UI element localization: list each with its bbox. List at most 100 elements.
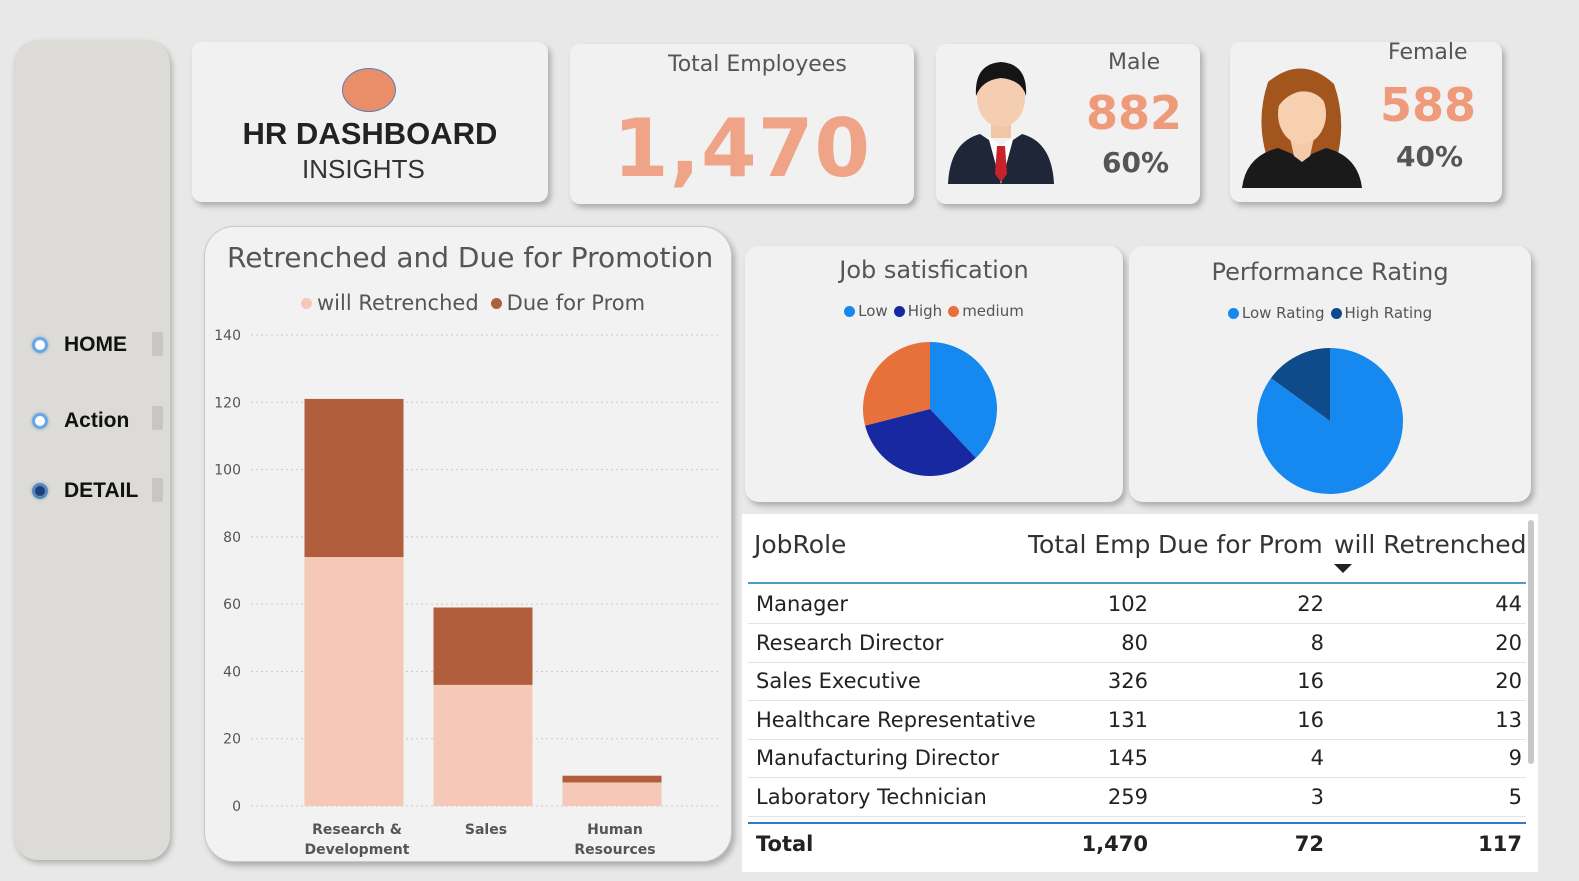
sidebar: HOME Action DETAIL (14, 40, 170, 860)
cell-will-retrenched: 5 (1508, 785, 1522, 809)
x-tick-label: Human (587, 822, 643, 838)
cell-total-emp: 145 (1107, 746, 1148, 771)
col-header-jobrole[interactable]: JobRole (754, 530, 846, 559)
table-row[interactable]: Healthcare Representative 131 16 13 (748, 702, 1526, 740)
performance-rating-title: Performance Rating (1211, 258, 1449, 286)
performance-rating-pie (1257, 348, 1403, 494)
x-tick-label: Resources (574, 842, 655, 858)
cell-jobrole: Manufacturing Director (756, 746, 1000, 771)
nav-action-label: Action (64, 409, 130, 432)
cell-jobrole: Sales Executive (756, 669, 921, 694)
job-satisfaction-legend: Low High medium (745, 302, 1123, 320)
nav-detail-label: DETAIL (64, 479, 139, 502)
table-row[interactable]: Manager 102 22 44 (748, 586, 1526, 624)
female-label: Female (1388, 40, 1468, 65)
y-tick-label: 80 (223, 530, 241, 546)
legend-item-low: Low (844, 302, 888, 320)
sort-descending-icon[interactable] (1334, 564, 1352, 573)
nav-action-marker (152, 406, 163, 430)
y-tick-label: 120 (214, 395, 241, 411)
performance-rating-legend: Low Rating High Rating (1129, 304, 1531, 322)
bar-segment (562, 782, 662, 806)
legend-low-rating: Low Rating (1241, 304, 1325, 322)
cell-due-for-prom: 4 (1310, 746, 1324, 771)
cell-will-retrenched: 13 (1495, 707, 1522, 732)
nav-detail[interactable]: DETAIL (32, 476, 138, 506)
total-retrenched-sum: 117 (1478, 832, 1522, 856)
table-row[interactable]: Sales Executive 326 16 20 (748, 663, 1526, 702)
cell-will-retrenched: 9 (1508, 746, 1522, 771)
cell-jobrole: Manager (756, 592, 849, 616)
legend-high-rating: High Rating (1344, 304, 1433, 322)
x-tick-label: Sales (465, 822, 507, 838)
nav-home[interactable]: HOME (32, 330, 127, 360)
job-satisfaction-pie (863, 342, 997, 476)
cell-total-emp: 131 (1107, 707, 1148, 732)
y-tick-label: 40 (223, 664, 241, 680)
cell-will-retrenched: 20 (1495, 630, 1522, 655)
total-employees-value: 1,470 (612, 102, 872, 195)
title-card: HR DASHBOARD INSIGHTS (192, 42, 548, 202)
cell-due-for-prom: 8 (1310, 630, 1324, 655)
col-header-will-retrenched[interactable]: will Retrenched (1334, 530, 1526, 559)
nav-detail-marker (152, 478, 163, 502)
nav-home-marker (152, 332, 163, 356)
cell-total-emp: 80 (1121, 630, 1148, 655)
male-label: Male (1108, 50, 1161, 75)
legend-low: Low (858, 302, 888, 320)
y-tick-label: 60 (223, 597, 241, 613)
cell-total-emp: 326 (1107, 669, 1148, 694)
cell-jobrole: Healthcare Representative (756, 707, 1036, 732)
radio-icon[interactable] (32, 337, 48, 353)
table-row[interactable]: Manufacturing Director 145 4 9 (748, 740, 1526, 779)
job-satisfaction-card: Job satisfication Low High medium (745, 246, 1123, 502)
cell-due-for-prom: 22 (1297, 592, 1324, 616)
cell-due-for-prom: 16 (1297, 669, 1324, 694)
x-tick-label: Research & (312, 822, 402, 838)
female-percent: 40% (1396, 140, 1464, 173)
legend-item-low-rating: Low Rating (1227, 304, 1325, 322)
total-divider (748, 822, 1526, 824)
table-scrollbar[interactable] (1528, 520, 1534, 764)
male-card: Male 882 60% (936, 44, 1200, 204)
performance-rating-card: Performance Rating Low Rating High Ratin… (1129, 246, 1531, 502)
table-total-row: Total 1,470 72 117 (748, 826, 1526, 864)
radio-selected-icon[interactable] (32, 483, 48, 499)
female-card: Female 588 40% (1230, 40, 1502, 202)
x-tick-label: Development (305, 842, 410, 858)
legend-item-high: High (893, 302, 943, 320)
cell-total-emp: 259 (1107, 785, 1148, 809)
cell-due-for-prom: 16 (1297, 707, 1324, 732)
table-row[interactable]: Research Director 80 8 20 (748, 625, 1526, 663)
page-title: HR DASHBOARD (242, 116, 498, 151)
job-satisfaction-title: Job satisfication (839, 256, 1029, 284)
cell-will-retrenched: 44 (1495, 592, 1522, 616)
header-divider (748, 582, 1526, 584)
page-subtitle: INSIGHTS (302, 154, 425, 184)
bar-segment (304, 398, 404, 558)
cell-jobrole: Laboratory Technician (756, 785, 987, 809)
total-emp-sum: 1,470 (1081, 832, 1148, 856)
col-header-due-for-prom[interactable]: Due for Prom (1158, 530, 1323, 559)
radio-icon[interactable] (32, 413, 48, 429)
bar-segment (562, 775, 662, 783)
cell-due-for-prom: 3 (1310, 785, 1324, 809)
legend-item-high-rating: High Rating (1330, 304, 1433, 322)
total-prom-sum: 72 (1294, 832, 1324, 856)
female-avatar-icon (1242, 68, 1362, 188)
total-label: Total (756, 832, 814, 856)
legend-item-medium: medium (948, 302, 1024, 320)
male-percent: 60% (1102, 146, 1170, 179)
male-count: 882 (1086, 86, 1183, 140)
retrenched-promotion-chart-card: Retrenched and Due for Promotion will Re… (204, 226, 732, 862)
bar-chart: 0 20 40 60 80 100 120 140 Research & Development S… (214, 328, 719, 858)
cell-jobrole: Research Director (756, 630, 944, 655)
bar-segment (304, 557, 404, 806)
nav-home-label: HOME (64, 333, 127, 356)
table-row[interactable]: Laboratory Technician 259 3 5 (748, 779, 1526, 817)
y-tick-label: 0 (232, 799, 241, 815)
col-header-total-emp[interactable]: Total Emp (1028, 530, 1150, 559)
nav-action[interactable]: Action (32, 406, 129, 436)
legend-high: High (907, 302, 943, 320)
bar-segment (433, 607, 533, 685)
